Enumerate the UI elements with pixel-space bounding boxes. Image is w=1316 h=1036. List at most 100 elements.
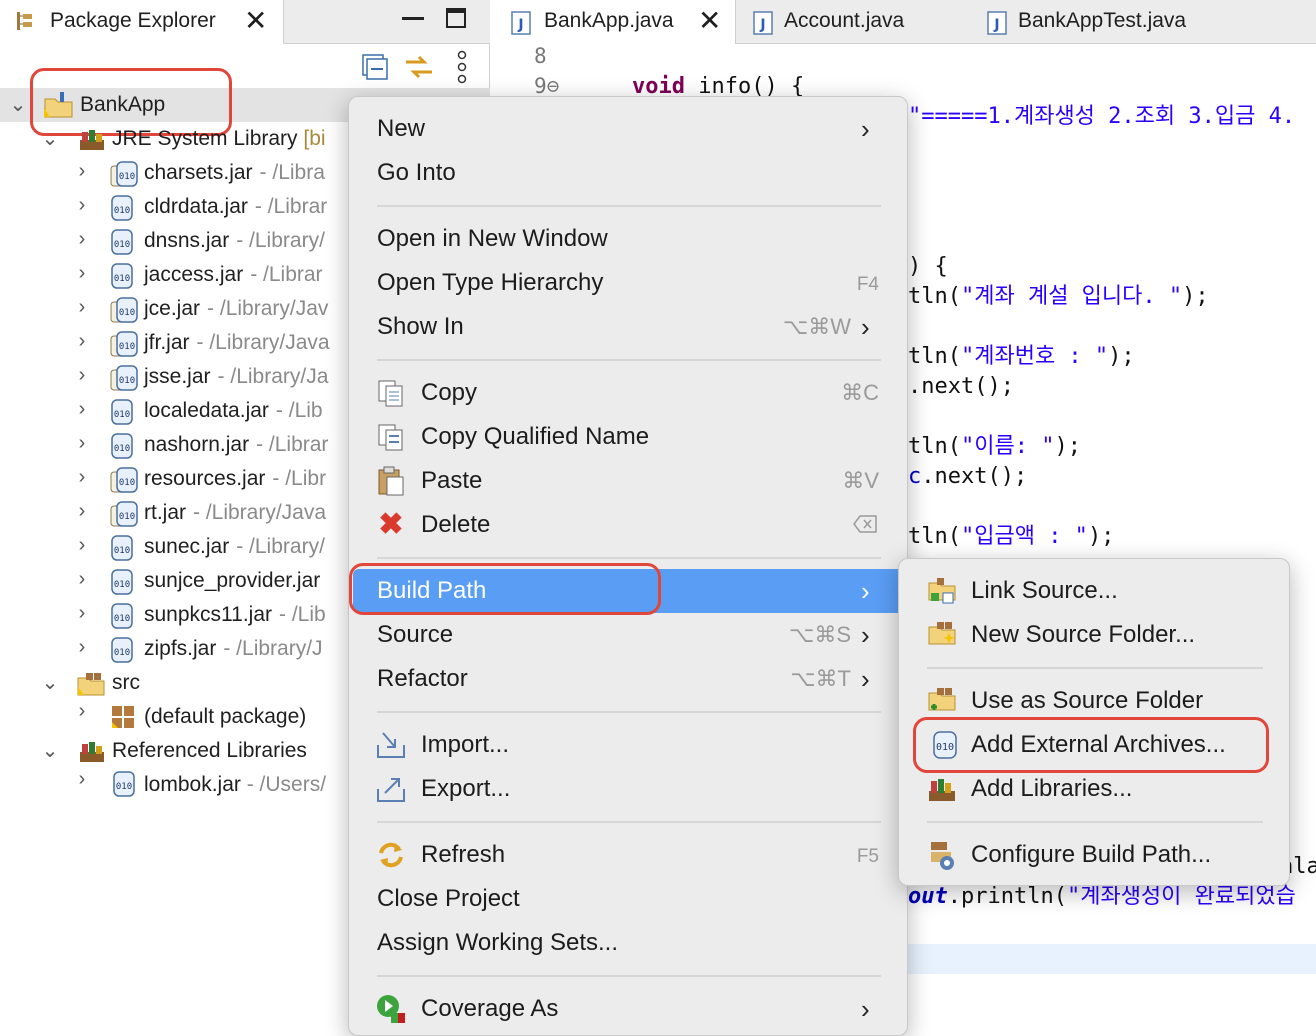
- chevron-right-icon[interactable]: ›: [72, 296, 92, 319]
- chevron-down-icon[interactable]: ⌄: [40, 738, 60, 763]
- chevron-right-icon[interactable]: ›: [72, 466, 92, 489]
- menu-item-copy[interactable]: Copy: [421, 371, 477, 415]
- menu-label: Show In: [377, 313, 464, 340]
- tree-item-jar[interactable]: jaccess.jar - /Librar: [144, 258, 323, 292]
- menu-item-export[interactable]: Export...: [421, 767, 510, 811]
- tree-item-src[interactable]: src: [112, 666, 140, 700]
- library-icon: [78, 126, 106, 154]
- tree-item-default-package[interactable]: (default package): [144, 700, 306, 734]
- menu-label: Source: [377, 621, 454, 648]
- tree-item-jar[interactable]: cldrdata.jar - /Librar: [144, 190, 327, 224]
- tab-package-explorer[interactable]: Package Explorer ✕: [0, 0, 284, 44]
- chevron-down-icon[interactable]: ⌄: [8, 92, 28, 117]
- code-text: tln(: [908, 434, 961, 459]
- jar-icon: 010: [110, 568, 136, 596]
- tree-item-jar[interactable]: zipfs.jar - /Library/J: [144, 632, 323, 666]
- menu-separator: [927, 667, 1263, 669]
- svg-text:010: 010: [119, 512, 135, 522]
- menu-item-refactor[interactable]: Refactor: [377, 657, 468, 701]
- java-file-icon: J: [986, 9, 1008, 35]
- menu-item-refresh[interactable]: Refresh: [421, 833, 505, 877]
- menu-item-new-source-folder[interactable]: New Source Folder...: [971, 613, 1195, 657]
- close-icon[interactable]: ✕: [244, 6, 267, 36]
- menu-item-configure-build-path[interactable]: Configure Build Path...: [971, 833, 1211, 877]
- code-line: tln("계좌번호 : ");: [908, 342, 1135, 372]
- minimize-icon[interactable]: [402, 10, 424, 20]
- svg-text:010: 010: [114, 444, 130, 454]
- jar-icon: 010: [112, 770, 136, 798]
- menu-item-import[interactable]: Import...: [421, 723, 509, 767]
- tree-item-jar[interactable]: charsets.jar - /Libra: [144, 156, 325, 190]
- menu-item-paste[interactable]: Paste: [421, 459, 482, 503]
- chevron-right-icon[interactable]: ›: [72, 262, 92, 285]
- svg-text:010: 010: [119, 308, 135, 318]
- lombok-path: - /Users/: [246, 773, 327, 796]
- link-source-icon: [927, 575, 959, 607]
- close-icon[interactable]: ✕: [698, 6, 721, 36]
- tree-item-jar[interactable]: jfr.jar - /Library/Java: [144, 326, 330, 360]
- chevron-right-icon[interactable]: ›: [72, 768, 92, 791]
- tree-item-jar[interactable]: jsse.jar - /Library/Ja: [144, 360, 328, 394]
- tree-item-jar[interactable]: nashorn.jar - /Librar: [144, 428, 328, 462]
- jar-path: - /Librar: [250, 263, 323, 286]
- build-path-submenu: Link Source... New Source Folder... Use …: [898, 558, 1290, 886]
- chevron-down-icon[interactable]: ⌄: [40, 670, 60, 695]
- code-text: );: [1182, 284, 1209, 309]
- chevron-right-icon[interactable]: ›: [72, 432, 92, 455]
- tree-item-jar[interactable]: resources.jar - /Libr: [144, 462, 326, 496]
- menu-item-copy-qualified-name[interactable]: Copy Qualified Name: [421, 415, 649, 459]
- maximize-icon[interactable]: [446, 8, 466, 28]
- tree-item-jar[interactable]: jce.jar - /Library/Jav: [144, 292, 328, 326]
- chevron-right-icon[interactable]: ›: [72, 228, 92, 251]
- tree-item-jar[interactable]: sunec.jar - /Library/: [144, 530, 325, 564]
- chevron-right-icon[interactable]: ›: [72, 534, 92, 557]
- menu-item-open-in-new-window[interactable]: Open in New Window: [377, 217, 608, 261]
- highlight-build-path: [349, 563, 661, 615]
- tree-item-jar[interactable]: localedata.jar - /Lib: [144, 394, 323, 428]
- delete-key-icon: [853, 515, 877, 533]
- menu-item-assign-working-sets[interactable]: Assign Working Sets...: [377, 921, 618, 965]
- library-icon: [78, 738, 106, 766]
- menu-item-add-libraries[interactable]: Add Libraries...: [971, 767, 1132, 811]
- menu-item-show-in[interactable]: Show In: [377, 305, 464, 349]
- svg-text:010: 010: [116, 782, 132, 792]
- chevron-right-icon[interactable]: ›: [72, 364, 92, 387]
- jar-name: zipfs.jar: [144, 637, 217, 660]
- view-menu-icon[interactable]: [456, 50, 468, 84]
- menu-item-close-project[interactable]: Close Project: [377, 877, 520, 921]
- chevron-right-icon[interactable]: ›: [72, 568, 92, 591]
- chevron-right-icon[interactable]: ›: [72, 160, 92, 183]
- collapse-all-icon[interactable]: [362, 54, 388, 80]
- menu-item-go-into[interactable]: Go Into: [377, 151, 456, 195]
- chevron-right-icon[interactable]: ›: [72, 602, 92, 625]
- tree-item-lombok[interactable]: lombok.jar - /Users/: [144, 768, 326, 802]
- menu-item-coverage-as[interactable]: Coverage As: [421, 987, 558, 1031]
- tree-item-referenced-libraries[interactable]: Referenced Libraries: [112, 734, 307, 768]
- tree-item-jar[interactable]: sunjce_provider.jar: [144, 564, 327, 598]
- tab-bankapp-java[interactable]: J BankApp.java ✕: [496, 0, 736, 44]
- chevron-down-icon[interactable]: ⌄: [40, 126, 60, 151]
- tree-item-jar[interactable]: rt.jar - /Library/Java: [144, 496, 326, 530]
- chevron-right-icon: ›: [861, 576, 870, 606]
- use-as-source-folder-icon: [927, 685, 959, 717]
- tab-bankapptest-java[interactable]: J BankAppTest.java: [982, 0, 1242, 44]
- jar-path: - /Librar: [256, 433, 329, 456]
- chevron-right-icon[interactable]: ›: [72, 700, 92, 723]
- link-with-editor-icon[interactable]: [404, 54, 434, 80]
- chevron-right-icon[interactable]: ›: [72, 330, 92, 353]
- chevron-right-icon[interactable]: ›: [72, 636, 92, 659]
- menu-item-link-source[interactable]: Link Source...: [971, 569, 1118, 613]
- menu-item-source[interactable]: Source: [377, 613, 453, 657]
- menu-item-new[interactable]: New: [377, 107, 425, 151]
- chevron-right-icon[interactable]: ›: [72, 398, 92, 421]
- tree-item-jar[interactable]: sunpkcs11.jar - /Lib: [144, 598, 326, 632]
- tree-item-jre[interactable]: JRE System Library [bi: [112, 122, 326, 156]
- menu-item-open-type-hierarchy[interactable]: Open Type Hierarchy: [377, 261, 603, 305]
- code-string: "입금액 : ": [960, 524, 1088, 549]
- context-menu: New › Go Into Open in New Window Open Ty…: [348, 96, 908, 1036]
- tree-item-jar[interactable]: dnsns.jar - /Library/: [144, 224, 325, 258]
- tab-account-java[interactable]: J Account.java: [748, 0, 968, 44]
- chevron-right-icon[interactable]: ›: [72, 194, 92, 217]
- chevron-right-icon[interactable]: ›: [72, 500, 92, 523]
- menu-item-delete[interactable]: Delete: [421, 503, 490, 547]
